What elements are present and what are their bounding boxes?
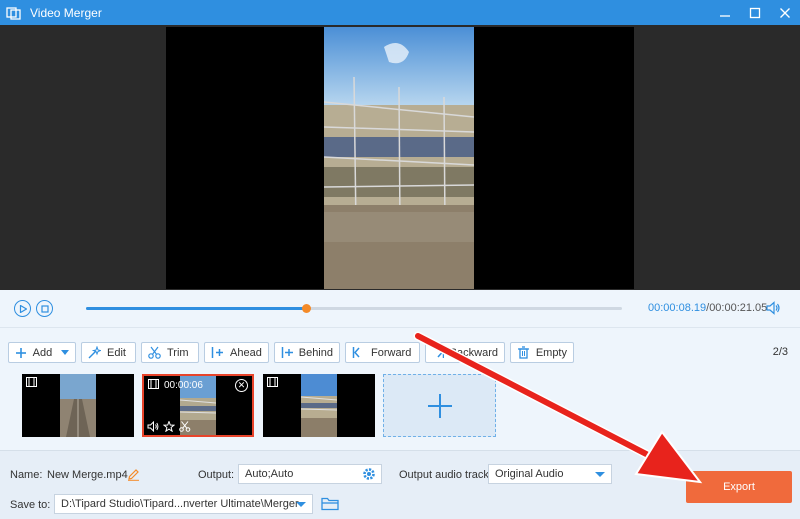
film-icon bbox=[26, 377, 37, 387]
trim-label: Trim bbox=[167, 346, 189, 359]
plus-icon bbox=[427, 393, 452, 418]
add-clip-button[interactable] bbox=[383, 374, 496, 437]
scissors-icon bbox=[148, 346, 161, 359]
seek-progress bbox=[86, 307, 306, 310]
clip-thumbnail[interactable] bbox=[263, 374, 375, 437]
effects-icon[interactable] bbox=[163, 421, 175, 432]
title-bar: Video Merger bbox=[0, 0, 800, 25]
insert-ahead-icon bbox=[211, 347, 223, 358]
chevron-down-icon bbox=[296, 502, 306, 507]
seek-bar[interactable] bbox=[86, 304, 622, 313]
pencil-icon bbox=[128, 469, 139, 481]
output-format-value: Auto;Auto bbox=[245, 468, 294, 480]
audio-track-select[interactable]: Original Audio bbox=[488, 464, 612, 484]
app-icon bbox=[6, 5, 22, 21]
move-backward-icon bbox=[437, 347, 444, 358]
video-preview bbox=[0, 25, 800, 290]
folder-icon bbox=[321, 497, 339, 511]
audio-track-label: Output audio track: bbox=[399, 469, 492, 481]
ahead-label: Ahead bbox=[230, 346, 262, 359]
preview-frame bbox=[324, 27, 474, 289]
forward-button[interactable]: Forward bbox=[345, 342, 420, 363]
remove-clip-icon[interactable]: ✕ bbox=[235, 379, 248, 392]
chevron-down-icon bbox=[61, 349, 69, 355]
seek-handle[interactable] bbox=[301, 304, 311, 313]
scissors-icon[interactable] bbox=[179, 421, 191, 432]
close-button[interactable] bbox=[770, 0, 800, 25]
empty-label: Empty bbox=[535, 346, 567, 359]
save-path-value: D:\Tipard Studio\Tipard...nverter Ultima… bbox=[61, 498, 299, 510]
stop-icon bbox=[40, 304, 49, 313]
name-label: Name: bbox=[10, 469, 43, 481]
minimize-button[interactable] bbox=[710, 0, 740, 25]
forward-label: Forward bbox=[371, 346, 412, 359]
audio-icon[interactable] bbox=[147, 421, 159, 432]
export-button[interactable]: Export bbox=[686, 471, 792, 503]
preview-canvas bbox=[166, 27, 634, 289]
minimize-icon bbox=[720, 14, 730, 17]
play-icon bbox=[19, 304, 27, 313]
ahead-button[interactable]: Ahead bbox=[204, 342, 269, 363]
edit-label: Edit bbox=[107, 346, 126, 359]
add-label: Add bbox=[32, 346, 53, 359]
clip-image bbox=[60, 374, 96, 437]
behind-label: Behind bbox=[298, 346, 333, 359]
film-icon bbox=[148, 379, 159, 389]
insert-behind-icon bbox=[281, 347, 293, 358]
film-icon bbox=[267, 377, 278, 387]
stop-button[interactable] bbox=[36, 300, 53, 317]
total-duration: 00:00:21.05 bbox=[709, 302, 768, 314]
clip-image bbox=[301, 374, 337, 437]
clip-toolbar-area: Add Edit Trim Ahead Behind Forward Backw… bbox=[0, 328, 800, 450]
output-settings-bar: Name: New Merge.mp4 Output: Auto;Auto Ou… bbox=[0, 450, 800, 519]
rename-button[interactable] bbox=[127, 468, 140, 484]
save-to-label: Save to: bbox=[10, 499, 51, 511]
window-title: Video Merger bbox=[30, 5, 102, 20]
file-name: New Merge.mp4 bbox=[47, 469, 128, 481]
audio-track-value: Original Audio bbox=[495, 468, 564, 480]
maximize-button[interactable] bbox=[740, 0, 770, 25]
save-path-select[interactable]: D:\Tipard Studio\Tipard...nverter Ultima… bbox=[54, 494, 313, 514]
current-time: 00:00:08.19 bbox=[648, 302, 707, 314]
clip-counter: 2/3 bbox=[773, 346, 788, 358]
backward-button[interactable]: Backward bbox=[425, 342, 505, 363]
backward-label: Backward bbox=[449, 346, 498, 359]
add-button[interactable]: Add bbox=[8, 342, 76, 363]
clip-duration: 00:00:06 bbox=[164, 380, 203, 391]
time-display: 00:00:08.19/00:00:21.05 bbox=[648, 302, 767, 314]
clip-thumbnail-selected[interactable]: 00:00:06 ✕ bbox=[142, 374, 254, 437]
close-icon bbox=[780, 7, 790, 18]
gear-icon[interactable] bbox=[362, 467, 376, 481]
trim-button[interactable]: Trim bbox=[141, 342, 199, 363]
playback-bar: 00:00:08.19/00:00:21.05 bbox=[0, 290, 800, 328]
play-button[interactable] bbox=[14, 300, 31, 317]
chevron-down-icon bbox=[595, 472, 605, 477]
clip-total: 3 bbox=[781, 346, 788, 358]
plus-icon bbox=[16, 347, 26, 358]
magic-wand-icon bbox=[88, 346, 101, 359]
edit-button[interactable]: Edit bbox=[81, 342, 136, 363]
move-forward-icon bbox=[352, 347, 360, 358]
behind-button[interactable]: Behind bbox=[274, 342, 340, 363]
trash-icon bbox=[518, 346, 529, 359]
output-label: Output: bbox=[198, 469, 235, 481]
maximize-icon bbox=[749, 7, 761, 18]
volume-icon bbox=[766, 301, 780, 315]
output-format-field[interactable]: Auto;Auto bbox=[238, 464, 382, 484]
open-folder-button[interactable] bbox=[321, 496, 339, 514]
clip-thumbnail[interactable] bbox=[22, 374, 134, 437]
volume-button[interactable] bbox=[765, 301, 781, 318]
empty-button[interactable]: Empty bbox=[510, 342, 574, 363]
